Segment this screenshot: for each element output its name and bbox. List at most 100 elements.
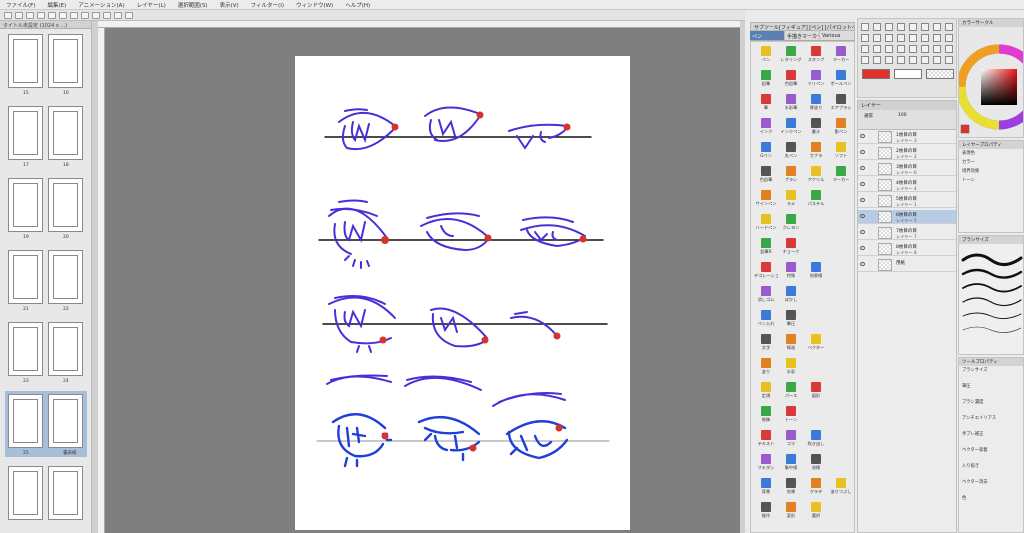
subtool-item[interactable]: アクリル <box>804 166 828 183</box>
page-spread[interactable] <box>5 463 87 529</box>
layer-row[interactable]: 4枚目の目 レイヤー 4 <box>858 178 956 192</box>
subtool-item[interactable]: チョーク <box>779 238 803 255</box>
subtool-item[interactable]: サインペン <box>754 190 778 207</box>
subtool-item[interactable]: 変形 <box>779 502 803 519</box>
brush-stroke-previews[interactable] <box>959 244 1024 354</box>
subtool-item[interactable]: ペン <box>754 46 778 63</box>
menu-animation[interactable]: アニメーション(A) <box>78 1 124 9</box>
tool-button-icon[interactable] <box>933 56 941 64</box>
color-wheel[interactable] <box>959 27 1024 138</box>
subtool-item[interactable]: カブラ <box>804 142 828 159</box>
tool-button-icon[interactable] <box>885 45 893 53</box>
eye-icon[interactable] <box>860 214 865 218</box>
page-thumbnail[interactable] <box>48 106 83 160</box>
subtool-item[interactable]: ボールペン <box>829 70 853 87</box>
subtool-item[interactable]: ソフト <box>829 142 853 159</box>
tool-button-icon[interactable] <box>921 23 929 31</box>
tool-property-row[interactable]: ベクター吸着 <box>959 446 1023 462</box>
subtool-item[interactable]: ハードペン <box>754 214 778 231</box>
subtool-item[interactable]: フキダシ <box>754 454 778 471</box>
subtool-item[interactable]: 塗りつぶし <box>829 478 853 495</box>
layer-row[interactable]: 用紙 <box>858 258 956 272</box>
subtool-item[interactable]: テキスト <box>754 430 778 447</box>
eye-icon[interactable] <box>860 150 865 154</box>
tool-button-icon[interactable] <box>861 34 869 42</box>
grid-icon[interactable] <box>125 11 133 19</box>
tool-button-icon[interactable] <box>897 23 905 31</box>
menu-window[interactable]: ウィンドウ(W) <box>296 1 333 9</box>
undo-icon[interactable] <box>37 11 45 19</box>
tool-property-row[interactable]: 色 <box>959 494 1023 510</box>
main-color-swatch[interactable] <box>862 69 890 79</box>
page-thumbnail[interactable] <box>8 394 43 448</box>
page-thumbnail[interactable] <box>48 34 83 88</box>
subtool-item[interactable]: 水彩 <box>779 358 803 375</box>
tool-button-icon[interactable] <box>897 45 905 53</box>
tool-button-icon[interactable] <box>909 45 917 53</box>
subtool-item[interactable]: 筆圧 <box>779 310 803 327</box>
menu-help[interactable]: ヘルプ(H) <box>345 1 370 9</box>
page-thumbnail[interactable] <box>8 250 43 304</box>
subtool-item[interactable]: エアブラシ <box>829 94 853 111</box>
tool-button-icon[interactable] <box>885 56 893 64</box>
menu-layer[interactable]: レイヤー(L) <box>137 1 166 9</box>
subtool-item[interactable]: ぼかし <box>779 286 803 303</box>
subtool-item[interactable]: インク <box>754 118 778 135</box>
eye-icon[interactable] <box>860 246 865 250</box>
new-file-icon[interactable] <box>4 11 12 19</box>
layer-opacity[interactable]: 100 <box>898 113 907 118</box>
page-thumbnail[interactable] <box>48 178 83 232</box>
layer-row[interactable]: 2枚目の目 レイヤー 2 <box>858 146 956 160</box>
tool-button-icon[interactable] <box>873 56 881 64</box>
subtool-item[interactable]: 鉛筆R <box>754 238 778 255</box>
subtool-item[interactable]: 墨汁 <box>804 118 828 135</box>
page-thumbnail[interactable] <box>48 250 83 304</box>
page-spread[interactable]: 15 16 <box>5 31 87 97</box>
tool-button-icon[interactable] <box>921 34 929 42</box>
subtool-item[interactable]: ベクター <box>804 334 828 351</box>
menu-view[interactable]: 表示(V) <box>220 1 239 9</box>
subtool-item[interactable]: ペン入れ <box>754 310 778 327</box>
tool-button-icon[interactable] <box>909 23 917 31</box>
tool-button-icon[interactable] <box>909 34 917 42</box>
subtool-item[interactable]: 装飾 <box>754 406 778 423</box>
tool-button-icon[interactable] <box>885 34 893 42</box>
subtool-item[interactable]: 筆 <box>754 94 778 111</box>
page-thumbnail[interactable] <box>8 178 43 232</box>
subtool-item[interactable]: 色鉛筆 <box>754 166 778 183</box>
page-thumbnail[interactable] <box>48 322 83 376</box>
subtool-item[interactable]: 吹き出し <box>804 430 828 447</box>
subtool-item[interactable]: 線画 <box>779 334 803 351</box>
layer-row[interactable]: 5枚目の目 レイヤー 1 <box>858 194 956 208</box>
subtool-item[interactable]: 定規 <box>754 382 778 399</box>
clear-icon[interactable] <box>59 11 67 19</box>
subtool-item[interactable]: 選択 <box>804 502 828 519</box>
tool-property-row[interactable]: 入り抜き <box>959 462 1023 478</box>
page-spread[interactable]: 25 裏表紙 <box>5 391 87 457</box>
eye-icon[interactable] <box>860 166 865 170</box>
tool-property-row[interactable]: アンチエイリアス <box>959 414 1023 430</box>
subtool-item[interactable]: 消しゴム <box>754 286 778 303</box>
tool-button-icon[interactable] <box>933 34 941 42</box>
tool-property-row[interactable]: ブラシサイズ <box>959 366 1023 382</box>
layer-row[interactable]: 1枚目の目 レイヤー 3 <box>858 130 956 144</box>
menu-filter[interactable]: フィルター(I) <box>251 1 284 9</box>
subtool-item[interactable]: コマ <box>779 430 803 447</box>
menu-file[interactable]: ファイル(F) <box>6 1 35 9</box>
subtool-item[interactable]: ラメ <box>779 190 803 207</box>
tool-property-row[interactable]: ブラシ濃度 <box>959 398 1023 414</box>
subtool-item[interactable]: 影ペン <box>829 118 853 135</box>
subtool-item[interactable]: レタリング <box>779 46 803 63</box>
transparent-color-swatch[interactable] <box>926 69 954 79</box>
subtool-item[interactable]: 図形 <box>804 382 828 399</box>
eye-icon[interactable] <box>860 262 865 266</box>
layer-row[interactable]: 6枚目の目 レイヤー 5 <box>858 210 956 224</box>
subtool-item[interactable]: 背景 <box>754 478 778 495</box>
redo-icon[interactable] <box>48 11 56 19</box>
layer-row[interactable]: 7枚目の目 レイヤー 7 <box>858 226 956 240</box>
deselect-icon[interactable] <box>81 11 89 19</box>
transform-icon[interactable] <box>70 11 78 19</box>
eye-icon[interactable] <box>860 230 865 234</box>
snap-icon[interactable] <box>103 11 111 19</box>
tool-button-icon[interactable] <box>873 34 881 42</box>
